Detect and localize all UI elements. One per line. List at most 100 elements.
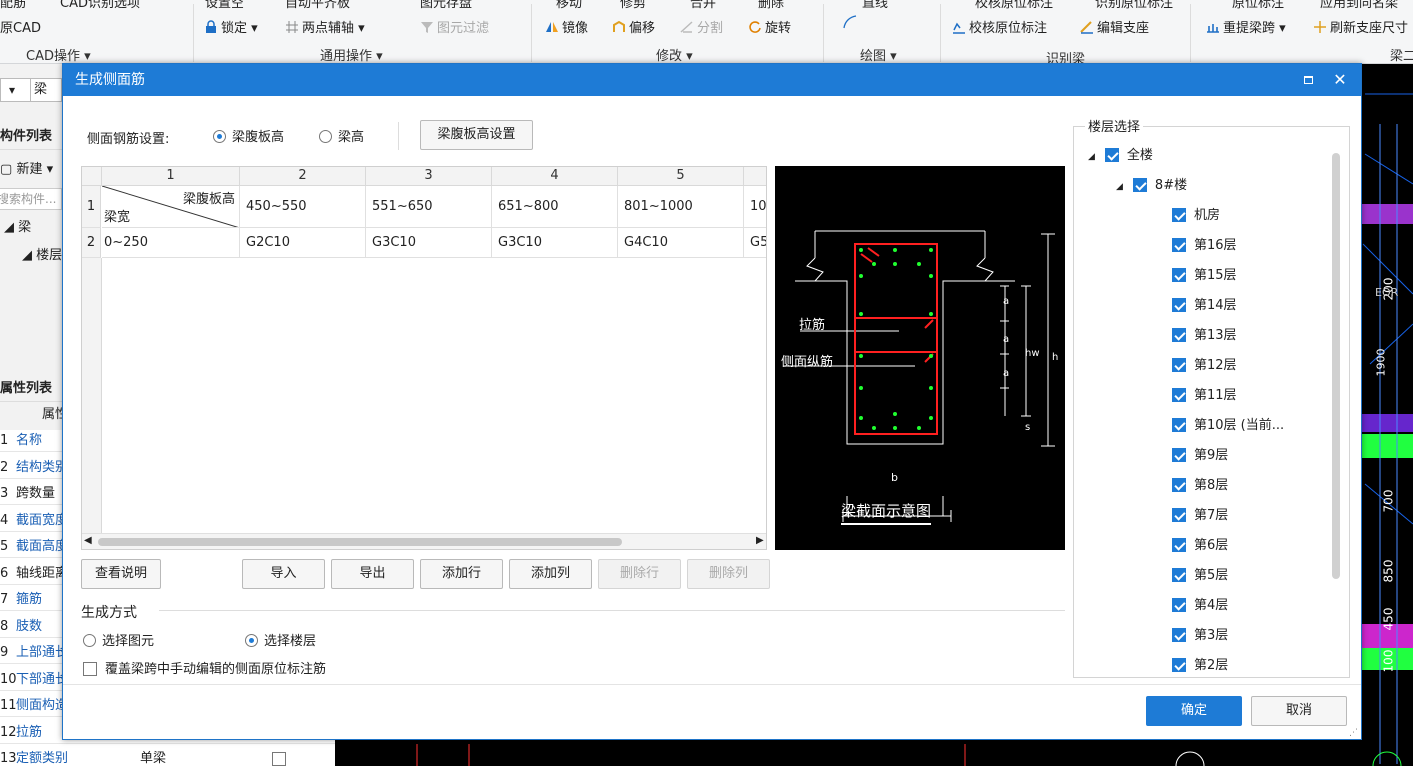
overwrite-manual-annotation-checkbox[interactable]: 覆盖梁跨中手动编辑的侧面原位标注筋	[83, 658, 326, 677]
floor-checkbox[interactable]	[1172, 478, 1186, 492]
property-row[interactable]: 13 定额类别 单梁	[0, 748, 335, 766]
floor-checkbox[interactable]	[1172, 208, 1186, 222]
scroll-right-icon[interactable]: ▶	[756, 535, 764, 546]
col-header[interactable]	[744, 167, 766, 186]
cancel-button[interactable]: 取消	[1251, 696, 1347, 726]
new-component-button[interactable]: ▢ 新建 ▾	[0, 158, 53, 177]
checkbox-indicator[interactable]	[1132, 178, 1147, 192]
ribbon-split[interactable]: 分割	[680, 17, 723, 36]
floor-tree-all[interactable]: ◢ 全楼	[1088, 145, 1153, 167]
import-button[interactable]: 导入	[242, 559, 325, 589]
floor-item[interactable]: 机房	[1172, 205, 1220, 227]
ok-button[interactable]: 确定	[1146, 696, 1242, 726]
floor-item[interactable]: 第10层 (当前...	[1172, 415, 1284, 437]
floor-item[interactable]: 第6层	[1172, 535, 1228, 557]
radio-beam-height[interactable]: 梁高	[319, 126, 364, 145]
ribbon-item[interactable]: 合并	[690, 0, 716, 11]
radio-web-height[interactable]: 梁腹板高	[213, 126, 284, 145]
floor-item[interactable]: 第11层	[1172, 385, 1237, 407]
grid-cell[interactable]: G2C10	[240, 228, 366, 258]
group-draw[interactable]: 绘图 ▾	[860, 45, 897, 63]
floor-checkbox[interactable]	[1172, 328, 1186, 342]
floor-checkbox[interactable]	[1172, 268, 1186, 282]
tree-node-beam[interactable]: ◢ 梁	[4, 216, 31, 235]
horizontal-scrollbar[interactable]: ◀ ▶	[82, 533, 766, 549]
grid-cell[interactable]: 801~1000	[618, 186, 744, 228]
group-cad-ops[interactable]: CAD操作 ▾	[26, 45, 91, 63]
floor-checkbox[interactable]	[1172, 568, 1186, 582]
dialog-title-bar[interactable]: 生成侧面筋 ✕	[63, 64, 1361, 96]
resize-grip-icon[interactable]: ⋰	[1349, 728, 1358, 738]
ribbon-check-annotation[interactable]: 校核原位标注	[952, 17, 1047, 36]
add-row-button[interactable]: 添加行	[420, 559, 503, 589]
floor-item[interactable]: 第15层	[1172, 265, 1237, 287]
floor-checkbox[interactable]	[1172, 358, 1186, 372]
floor-item[interactable]: 第2层	[1172, 655, 1228, 677]
floor-checkbox[interactable]	[1172, 538, 1186, 552]
col-header[interactable]: 1	[102, 167, 240, 186]
ribbon-item[interactable]: 删除	[758, 0, 784, 11]
floor-item[interactable]: 第14层	[1172, 295, 1237, 317]
ribbon-two-point-axis[interactable]: 两点辅轴 ▾	[285, 17, 365, 36]
col-header[interactable]: 4	[492, 167, 618, 186]
col-header[interactable]: 5	[618, 167, 744, 186]
collapse-icon[interactable]: ◢	[1116, 182, 1123, 192]
grid-cell[interactable]: G3C10	[366, 228, 492, 258]
scroll-left-icon[interactable]: ◀	[84, 535, 92, 546]
ribbon-item[interactable]: 自动平齐板	[285, 0, 350, 11]
col-header[interactable]: 2	[240, 167, 366, 186]
ribbon-item[interactable]: 原位标注	[1232, 0, 1284, 11]
ribbon-rotate[interactable]: 旋转	[748, 17, 791, 36]
grid-cell[interactable]: G3C10	[492, 228, 618, 258]
ribbon-refresh-support[interactable]: 刷新支座尺寸	[1313, 17, 1408, 36]
floor-checkbox[interactable]	[1172, 298, 1186, 312]
scrollbar-thumb[interactable]	[98, 538, 622, 546]
delete-column-button[interactable]: 删除列	[687, 559, 770, 589]
floor-list-scrollbar[interactable]	[1332, 153, 1340, 579]
rebar-table[interactable]: 1 2 3 4 5 1 梁腹板高 梁宽 450~550 551~650 651~…	[81, 166, 767, 550]
ribbon-item[interactable]: 设置空	[205, 0, 244, 11]
ribbon-lock[interactable]: 锁定 ▾	[204, 17, 258, 36]
floor-checkbox[interactable]	[1172, 628, 1186, 642]
ribbon-item[interactable]: 移动	[556, 0, 582, 11]
property-value[interactable]: 单梁	[140, 748, 166, 766]
delete-row-button[interactable]: 删除行	[598, 559, 681, 589]
floor-checkbox[interactable]	[1172, 418, 1186, 432]
floor-checkbox[interactable]	[1172, 388, 1186, 402]
grid-cell[interactable]: 450~550	[240, 186, 366, 228]
floor-item[interactable]: 第12层	[1172, 355, 1237, 377]
floor-checkbox[interactable]	[1172, 598, 1186, 612]
ribbon-item[interactable]: 配筋	[0, 0, 26, 11]
floor-checkbox[interactable]	[1172, 658, 1186, 672]
maximize-button[interactable]	[1295, 64, 1321, 96]
floor-item[interactable]: 第4层	[1172, 595, 1228, 617]
ribbon-item[interactable]: 校核原位标注	[975, 0, 1053, 11]
checkbox-indicator[interactable]	[1104, 148, 1119, 162]
grid-cell[interactable]: 551~650	[366, 186, 492, 228]
ribbon-offset[interactable]: 偏移	[612, 17, 655, 36]
ribbon-item[interactable]: 直线	[862, 0, 888, 11]
export-button[interactable]: 导出	[331, 559, 414, 589]
ribbon-item[interactable]: 图元存盘	[420, 0, 472, 11]
ribbon-element-filter[interactable]: 图元过滤	[420, 17, 489, 36]
tree-node-floor[interactable]: ◢ 楼层	[22, 244, 62, 263]
floor-item[interactable]: 第13层	[1172, 325, 1237, 347]
floor-tree-building[interactable]: ◢ 8#楼	[1116, 175, 1187, 197]
floor-item[interactable]: 第9层	[1172, 445, 1228, 467]
row-header[interactable]: 2	[82, 228, 101, 258]
ribbon-item[interactable]: 识别原位标注	[1095, 0, 1173, 11]
grid-cell[interactable]: 1001~	[744, 186, 766, 228]
group-general-ops[interactable]: 通用操作 ▾	[320, 45, 383, 63]
ribbon-mirror[interactable]: 镜像	[545, 17, 588, 36]
web-height-setting-button[interactable]: 梁腹板高设置	[420, 120, 533, 150]
collapse-icon[interactable]: ◢	[1088, 152, 1095, 162]
type-dropdown[interactable]: 梁	[30, 78, 62, 102]
floor-checkbox[interactable]	[1172, 508, 1186, 522]
close-button[interactable]: ✕	[1327, 64, 1353, 96]
radio-select-floors[interactable]: 选择楼层	[245, 630, 316, 649]
ribbon-arc[interactable]	[842, 14, 859, 32]
grid-cell[interactable]: G4C10	[618, 228, 744, 258]
col-header[interactable]: 3	[366, 167, 492, 186]
floor-item[interactable]: 第8层	[1172, 475, 1228, 497]
add-column-button[interactable]: 添加列	[509, 559, 592, 589]
